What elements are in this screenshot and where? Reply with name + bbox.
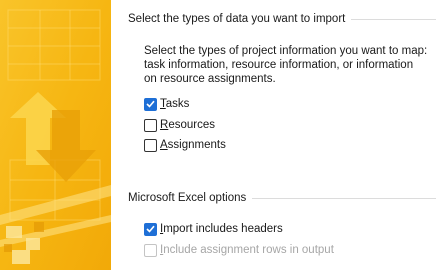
resources-checkbox-box[interactable] [144,118,157,132]
tasks-checkbox-box[interactable] [144,97,157,111]
include-assignment-rows-checkbox[interactable]: Include assignment rows in output [144,242,334,258]
checkmark-icon [146,100,155,108]
assignments-checkbox-label: Assignments [160,139,226,151]
excel-options-group-title: Microsoft Excel options [128,192,247,204]
import-options-panel: Select the types of data you want to imp… [111,0,436,270]
assignments-checkbox[interactable]: Assignments [144,137,226,153]
include-assignment-rows-checkbox-box[interactable] [144,243,157,257]
include-assignment-rows-checkbox-label: Include assignment rows in output [160,244,334,256]
data-types-group-title: Select the types of data you want to imp… [128,13,346,25]
wizard-banner [0,0,111,270]
checkmark-icon [146,225,155,233]
group-divider [252,198,436,199]
excel-options-group-header: Microsoft Excel options [128,191,436,205]
data-types-description: Select the types of project information … [144,45,428,85]
tasks-checkbox[interactable]: Tasks [144,96,189,112]
resources-checkbox[interactable]: Resources [144,117,215,133]
tasks-checkbox-label: Tasks [160,98,190,110]
import-headers-checkbox-box[interactable] [144,222,157,236]
group-divider [351,19,436,20]
resources-checkbox-label: Resources [160,119,215,131]
assignments-checkbox-box[interactable] [144,138,157,152]
wizard-banner-graphic [0,0,111,270]
import-headers-checkbox-label: Import includes headers [160,223,283,235]
data-types-group-header: Select the types of data you want to imp… [128,12,436,26]
import-headers-checkbox[interactable]: Import includes headers [144,221,283,237]
